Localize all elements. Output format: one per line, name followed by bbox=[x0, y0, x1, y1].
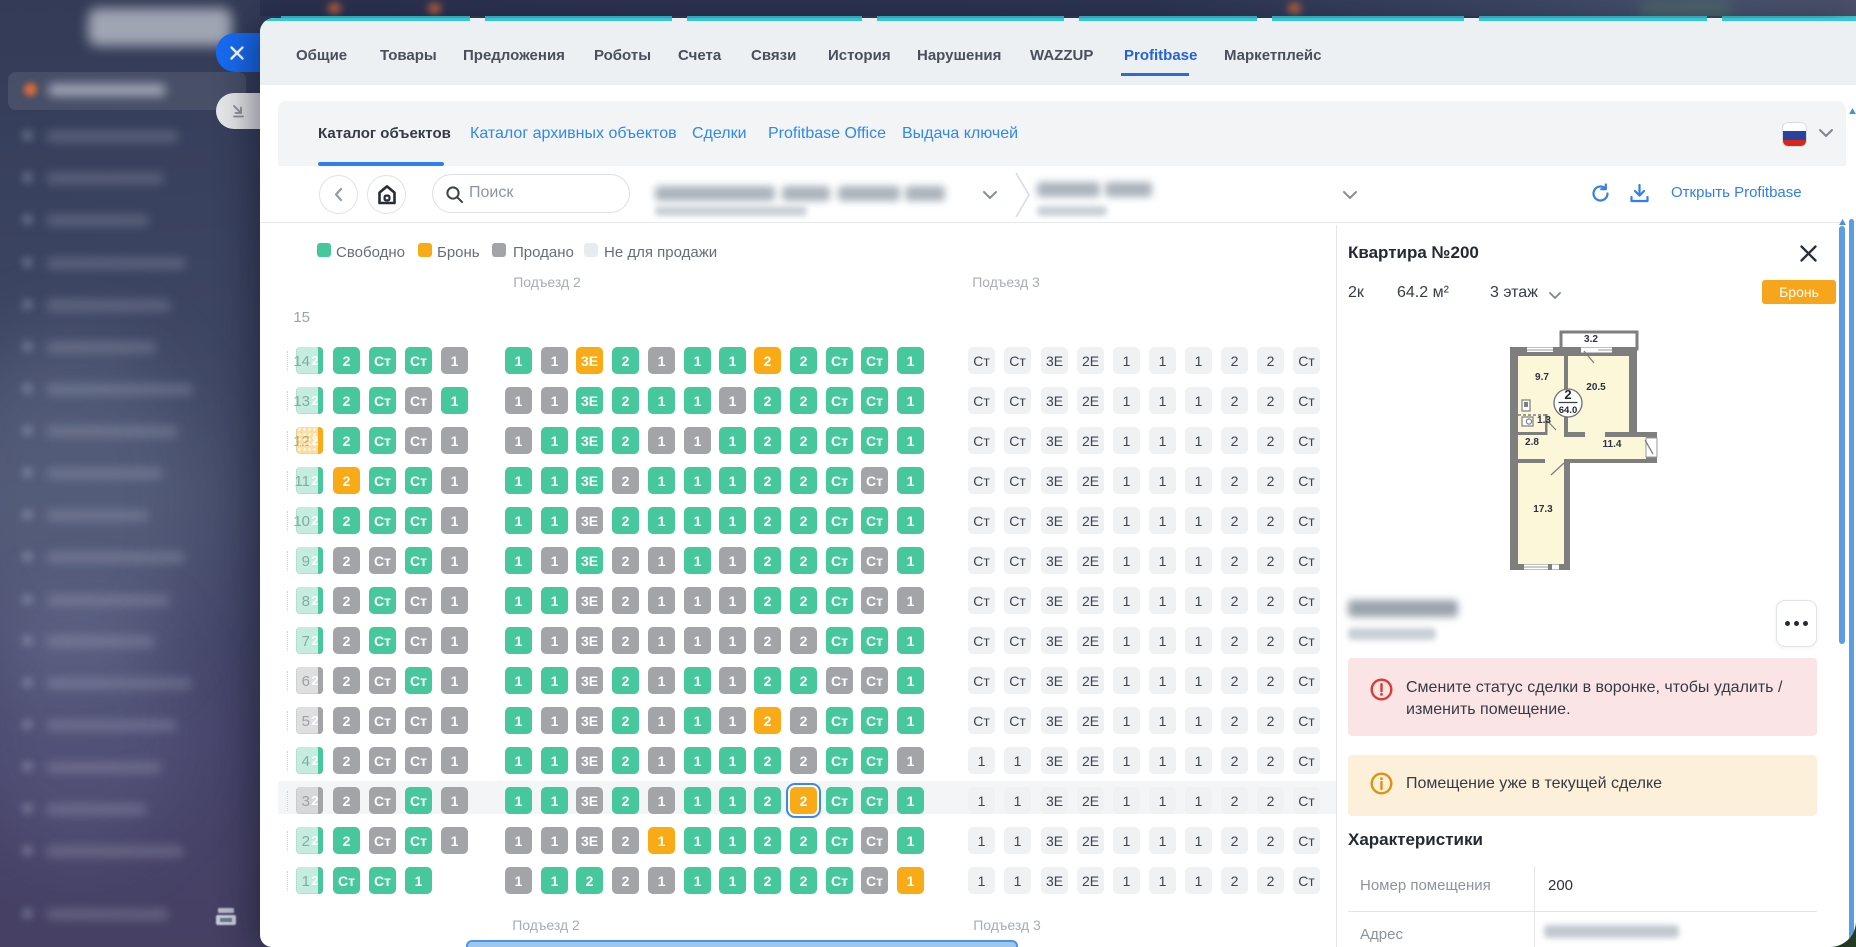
svg-text:3.2: 3.2 bbox=[1584, 334, 1598, 345]
svg-text:20.5: 20.5 bbox=[1586, 382, 1606, 393]
svg-text:2: 2 bbox=[1564, 387, 1571, 402]
svg-text:11.4: 11.4 bbox=[1603, 439, 1622, 450]
svg-text:9.7: 9.7 bbox=[1535, 372, 1549, 383]
svg-text:1.3: 1.3 bbox=[1537, 415, 1551, 426]
svg-text:64.0: 64.0 bbox=[1559, 405, 1578, 416]
svg-text:2.8: 2.8 bbox=[1525, 437, 1539, 448]
svg-text:17.3: 17.3 bbox=[1533, 504, 1553, 515]
